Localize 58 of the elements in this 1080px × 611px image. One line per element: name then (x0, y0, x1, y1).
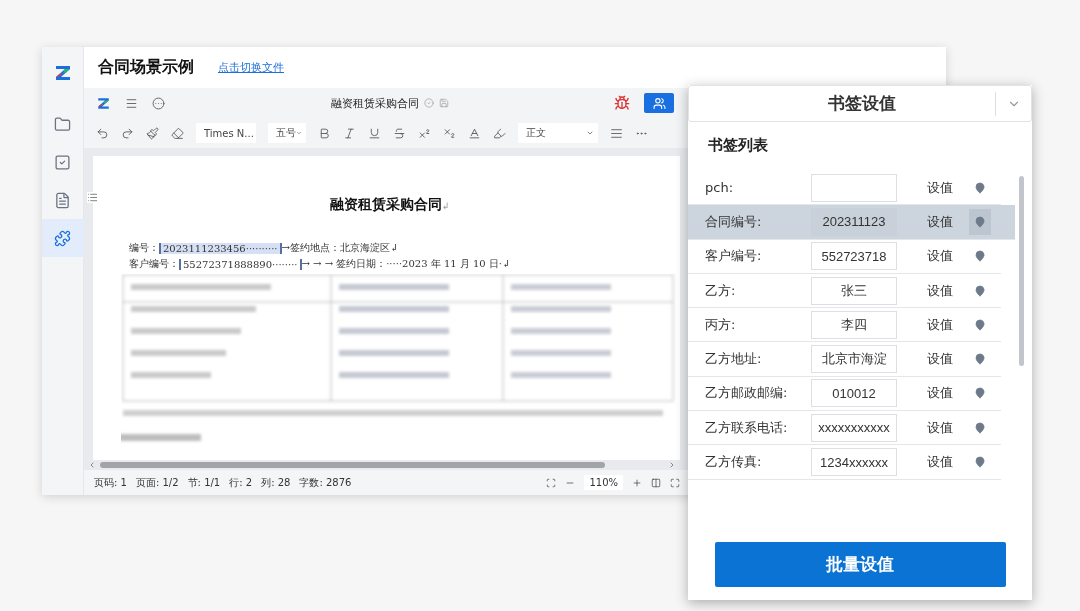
status-text: 行: 2 (229, 475, 253, 490)
set-value-button[interactable]: 设值 (927, 247, 953, 266)
field-label: 编号： (129, 241, 159, 255)
status-text: 节: 1/1 (187, 475, 221, 490)
style-dropdown[interactable]: 正文 (518, 123, 598, 143)
value-field[interactable]: 北京市海淀 (811, 345, 897, 374)
status-text: 字数: 2876 (299, 475, 352, 490)
bookmark-label: 乙方: (705, 281, 737, 300)
field-label: 客户编号： (129, 257, 179, 271)
set-value-button[interactable]: 设值 (927, 453, 953, 471)
bookmark-row[interactable]: 客户编号: 552723718 设值 (688, 239, 1001, 274)
list-title: 书签列表 (707, 134, 769, 156)
bookmark-row[interactable]: 乙方联系电话: xxxxxxxxxxx 设值 (688, 411, 1001, 446)
set-value-button[interactable]: 设值 (927, 315, 953, 334)
bookmark-label: 丙方: (705, 315, 737, 334)
value-field[interactable]: 李四 (811, 310, 897, 339)
status-text: 列: 28 (261, 475, 291, 490)
set-value-button[interactable]: 设值 (927, 212, 953, 231)
value-field[interactable]: 202311123 (811, 207, 897, 236)
bookmark-label: 乙方联系电话: (705, 418, 789, 437)
bookmark-row[interactable]: 乙方地址: 北京市海淀 设值 (688, 342, 1001, 377)
bookmark-row[interactable]: 乙方邮政邮编: 010012 设值 (688, 376, 1001, 412)
bookmark-label: 合同编号: (705, 212, 763, 231)
bookmark-value[interactable]: 2023111233456·········· (159, 242, 282, 254)
contract-title: 融资租赁采购合同↲ (328, 196, 451, 214)
set-value-button[interactable]: 设值 (927, 281, 953, 300)
value-field[interactable]: 张三 (811, 276, 897, 305)
status-text: 页码: 1 (94, 475, 127, 490)
value-field[interactable]: 010012 (811, 379, 897, 408)
page-title: 合同场景示例 (98, 57, 194, 78)
value-field[interactable]: xxxxxxxxxxx (811, 413, 897, 442)
bookmark-row[interactable]: 乙方传真: 1234xxxxxx 设值 (688, 445, 1001, 480)
document-text: →签约地点：北京海淀区↲ (281, 241, 399, 255)
bookmark-label: 乙方邮政邮编: (705, 384, 789, 403)
batch-set-button[interactable]: 批量设值 (714, 541, 1006, 587)
set-value-button[interactable]: 设值 (927, 418, 953, 437)
document-title: 融资租赁采购合同 (330, 95, 419, 111)
switch-file-link[interactable]: 点击切换文件 (218, 60, 284, 75)
set-value-button[interactable]: 设值 (927, 350, 953, 369)
value-field[interactable]: 552723718 (811, 242, 897, 271)
set-value-button[interactable]: 设值 (927, 178, 953, 197)
status-text: 页面: 1/2 (135, 475, 179, 490)
bookmark-row[interactable]: pch: 设值 (688, 171, 1001, 206)
bookmark-label: 乙方传真: (705, 453, 763, 471)
bookmark-row[interactable]: 乙方: 张三 设值 (688, 273, 1001, 309)
value-field[interactable]: 1234xxxxxx (811, 448, 897, 476)
font-dropdown[interactable]: Times N... (196, 123, 256, 143)
bookmark-value[interactable]: 55272371888890········ (179, 258, 302, 270)
zoom-level[interactable]: 110% (584, 475, 623, 490)
panel-title: 书签设值 (827, 92, 897, 115)
bookmark-label: pch: (705, 180, 735, 196)
set-value-button[interactable]: 设值 (927, 384, 953, 403)
bookmark-label: 客户编号: (705, 247, 763, 266)
bookmark-label: 乙方地址: (705, 350, 763, 369)
bookmark-row[interactable]: 合同编号: 202311123 设值 (688, 205, 1015, 240)
bookmark-row[interactable]: 丙方: 李四 设值 (688, 308, 1001, 343)
document-text: → → → 签约日期：·····2023 年 11 月 10 日·↲ (301, 257, 511, 271)
size-dropdown[interactable]: 五号 (268, 123, 306, 143)
